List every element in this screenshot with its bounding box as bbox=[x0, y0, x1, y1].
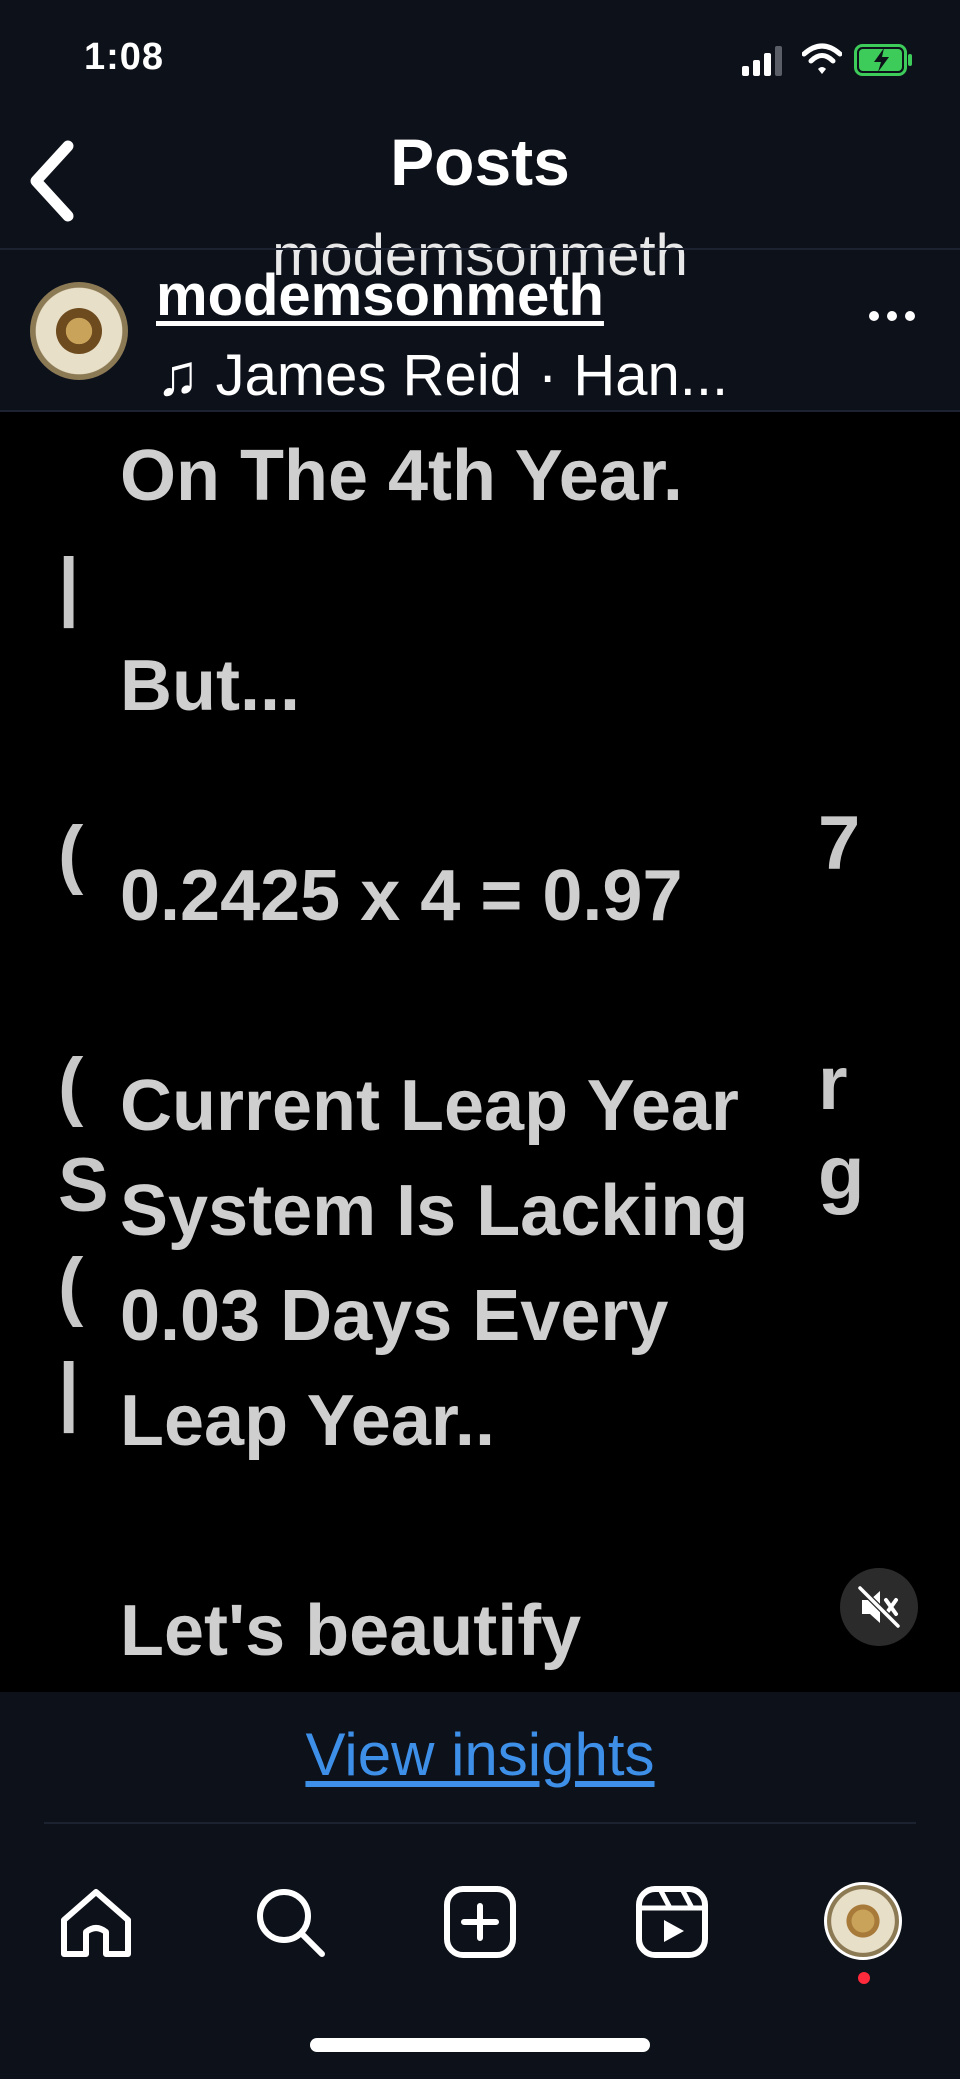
insights-divider bbox=[44, 1822, 916, 1824]
caption-line bbox=[120, 529, 820, 634]
caption-line: Let's beautify bbox=[120, 1591, 582, 1671]
post-media[interactable]: | ( 7 ( r S g ( | On The 4th Year. But..… bbox=[0, 412, 960, 1692]
background-glyph: | bbox=[58, 1348, 80, 1433]
caption-line: 0.03 Days Every bbox=[120, 1276, 669, 1356]
caption-line: 0.2425 x 4 = 0.97 bbox=[120, 856, 683, 936]
home-icon[interactable] bbox=[58, 1884, 134, 1960]
reels-icon[interactable] bbox=[634, 1884, 710, 1960]
cellular-signal-icon bbox=[742, 46, 782, 76]
post-audio-track[interactable]: ♫ James Reid · Han... bbox=[156, 342, 728, 409]
battery-charging-icon bbox=[854, 44, 912, 76]
caption-line: But... bbox=[120, 646, 300, 726]
background-glyph: | bbox=[58, 543, 80, 628]
search-icon[interactable] bbox=[252, 1884, 328, 1960]
caption-line: System Is Lacking bbox=[120, 1171, 749, 1251]
notification-dot bbox=[858, 1972, 870, 1984]
post-caption-text: On The 4th Year. But... 0.2425 x 4 = 0.9… bbox=[120, 424, 820, 1684]
caption-line: Leap Year.. bbox=[120, 1381, 495, 1461]
more-options-icon[interactable] bbox=[868, 304, 916, 328]
background-glyph: ( bbox=[58, 1243, 84, 1328]
profile-tab-avatar[interactable] bbox=[824, 1882, 902, 1960]
caption-line bbox=[120, 739, 820, 844]
wifi-icon bbox=[802, 43, 842, 74]
page-title: Posts bbox=[390, 125, 570, 199]
caption-line bbox=[120, 1474, 820, 1579]
background-glyph: r bbox=[818, 1041, 848, 1126]
background-glyph: ( bbox=[58, 811, 84, 896]
mute-toggle-button[interactable] bbox=[840, 1568, 918, 1646]
background-glyph: S bbox=[58, 1143, 109, 1228]
speaker-muted-icon bbox=[857, 1585, 901, 1629]
post-username-link[interactable]: modemsonmeth bbox=[156, 262, 604, 329]
background-glyph: 7 bbox=[818, 801, 861, 886]
caption-line bbox=[120, 949, 820, 1054]
header-divider bbox=[0, 248, 960, 250]
status-time: 1:08 bbox=[84, 36, 165, 78]
background-glyph: ( bbox=[58, 1043, 84, 1128]
create-post-icon[interactable] bbox=[442, 1884, 518, 1960]
background-glyph: g bbox=[818, 1131, 865, 1216]
caption-line: Current Leap Year bbox=[120, 1066, 739, 1146]
caption-line: On The 4th Year. bbox=[120, 436, 683, 516]
post-author-avatar[interactable] bbox=[30, 282, 128, 380]
view-insights-link[interactable]: View insights bbox=[0, 1720, 960, 1789]
home-indicator[interactable] bbox=[310, 2038, 650, 2052]
